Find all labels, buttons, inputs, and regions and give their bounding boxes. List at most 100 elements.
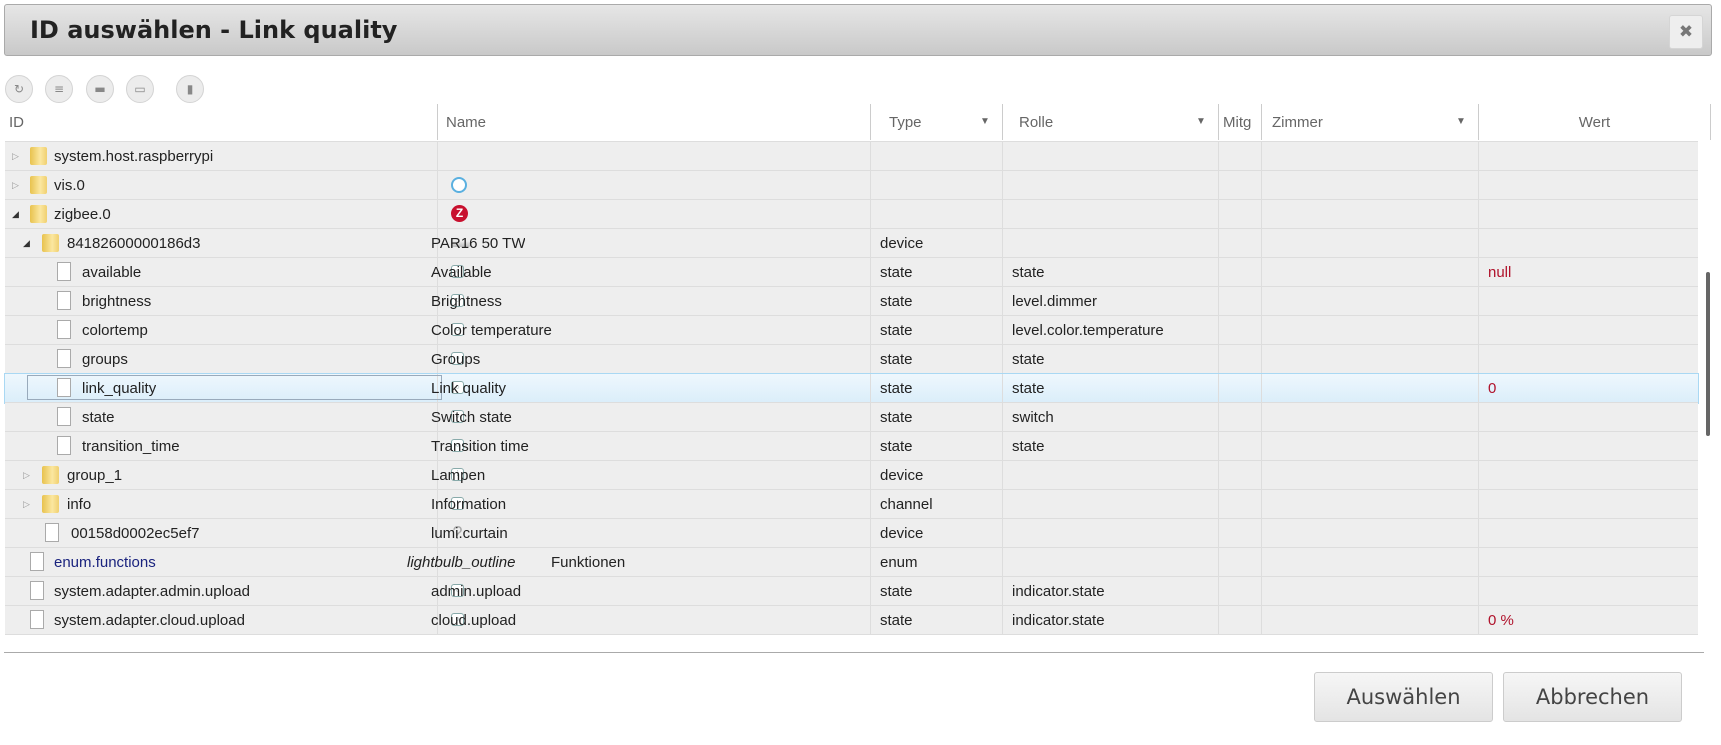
column-header-name[interactable]: Name: [437, 104, 870, 140]
row-id[interactable]: available: [82, 258, 141, 286]
table-row[interactable]: ▷ group_1 ⁞ Lampen device: [5, 461, 1698, 490]
table-row[interactable]: available ○ Available state state null: [5, 258, 1698, 287]
cell-divider: [1478, 461, 1479, 489]
cell-divider: [1261, 461, 1262, 489]
close-icon[interactable]: ✖: [1669, 15, 1703, 49]
cell-divider: [1218, 345, 1219, 373]
row-id[interactable]: info: [67, 490, 91, 518]
cell-divider: [870, 287, 871, 315]
columns-icon[interactable]: ▮: [176, 75, 204, 103]
folder-open-icon[interactable]: ▭: [126, 75, 154, 103]
row-name: Funktionen: [551, 554, 626, 571]
row-id[interactable]: system.adapter.admin.upload: [54, 577, 250, 605]
room-filter-chevron-down-icon[interactable]: ▼: [1456, 104, 1466, 140]
row-value[interactable]: null: [1488, 258, 1511, 286]
column-resizer[interactable]: [870, 104, 871, 140]
cell-divider: [1218, 490, 1219, 518]
table-row[interactable]: groups ○ Groups state state: [5, 345, 1698, 374]
row-id[interactable]: brightness: [82, 287, 151, 315]
file-icon: [57, 291, 71, 310]
cell-divider: [870, 577, 871, 605]
cell-divider: [1002, 432, 1003, 460]
table-row[interactable]: state ○ Switch state state switch: [5, 403, 1698, 432]
row-id[interactable]: zigbee.0: [54, 200, 111, 228]
table-row[interactable]: ◢ 84182600000186d3 PAR16 50 TW device: [5, 229, 1698, 258]
row-id[interactable]: groups: [82, 345, 128, 373]
row-value[interactable]: 0 %: [1488, 606, 1514, 634]
column-resizer[interactable]: [1261, 104, 1262, 140]
row-name: Color temperature: [431, 322, 552, 339]
column-resizer[interactable]: [1002, 104, 1003, 140]
table-row[interactable]: link_quality ○ Link quality state state 0: [4, 373, 1699, 404]
table-row[interactable]: ▷ vis.0: [5, 171, 1698, 200]
expand-toggle-icon[interactable]: ▷: [12, 151, 19, 162]
row-value[interactable]: 0: [1488, 374, 1496, 402]
column-header-room[interactable]: Zimmer: [1263, 104, 1463, 140]
table-row[interactable]: colortemp ○ Color temperature state level.co…: [5, 316, 1698, 345]
table-row[interactable]: brightness ○ Brightness state level.dimmer: [5, 287, 1698, 316]
column-header-value[interactable]: Wert: [1478, 104, 1711, 140]
role-filter-chevron-down-icon[interactable]: ▼: [1196, 104, 1206, 140]
row-id[interactable]: link_quality: [82, 374, 156, 402]
table-row[interactable]: 00158d0002ec5ef7? lumi.curtain device: [5, 519, 1698, 548]
row-id[interactable]: system.host.raspberrypi: [54, 142, 213, 170]
table-row[interactable]: ◢ zigbee.0 Z: [5, 200, 1698, 229]
cell-divider: [437, 171, 438, 199]
cell-divider: [1261, 200, 1262, 228]
cell-divider: [1478, 403, 1479, 431]
cell-divider: [1218, 374, 1219, 402]
cell-divider: [1218, 403, 1219, 431]
row-name: Link quality: [431, 380, 507, 397]
table-row[interactable]: enum.functions lightbulb_outline Funktione…: [5, 548, 1698, 577]
row-role: state: [1012, 351, 1045, 368]
cell-divider: [1218, 200, 1219, 228]
file-icon: [30, 581, 44, 600]
type-filter-chevron-down-icon[interactable]: ▼: [980, 104, 990, 140]
column-resizer[interactable]: [1710, 104, 1711, 140]
column-header-members[interactable]: Mitg: [1217, 104, 1261, 140]
row-id[interactable]: group_1: [67, 461, 122, 489]
table-row[interactable]: ▷ system.host.raspberrypi: [5, 142, 1698, 171]
cancel-button[interactable]: Abbrechen: [1503, 672, 1682, 722]
row-type: state: [880, 264, 913, 281]
row-type: channel: [880, 496, 933, 513]
expand-toggle-icon[interactable]: ▷: [23, 470, 30, 481]
cell-divider: [1478, 258, 1479, 286]
cell-divider: [1478, 142, 1479, 170]
expand-toggle-icon[interactable]: ▷: [12, 180, 19, 191]
cell-divider: [1002, 403, 1003, 431]
dialog-titlebar: ID auswählen - Link quality ✖: [4, 4, 1712, 56]
row-id[interactable]: colortemp: [82, 316, 148, 344]
folder-closed-icon[interactable]: ▬: [86, 75, 114, 103]
column-header-role[interactable]: Rolle: [1010, 104, 1210, 140]
collapse-toggle-icon[interactable]: ◢: [23, 238, 30, 249]
cell-divider: [1218, 316, 1219, 344]
table-row[interactable]: system.adapter.cloud.upload ○ cloud.upload…: [5, 606, 1698, 635]
expand-toggle-icon[interactable]: ▷: [23, 499, 30, 510]
row-type: state: [880, 612, 913, 629]
row-id[interactable]: state: [82, 403, 115, 431]
cell-divider: [870, 316, 871, 344]
row-id[interactable]: 00158d0002ec5ef7: [71, 519, 199, 547]
row-id[interactable]: enum.functions: [54, 548, 156, 576]
folder-icon: [30, 205, 47, 223]
row-type: state: [880, 351, 913, 368]
table-row[interactable]: system.adapter.admin.upload ○ admin.upload…: [5, 577, 1698, 606]
scrollbar[interactable]: [1706, 272, 1710, 436]
collapse-toggle-icon[interactable]: ◢: [12, 209, 19, 220]
row-id[interactable]: vis.0: [54, 171, 85, 199]
cell-divider: [1261, 374, 1262, 402]
table-row[interactable]: transition_time ○ Transition time state stat…: [5, 432, 1698, 461]
column-header-id[interactable]: ID: [0, 104, 437, 140]
row-role: switch: [1012, 409, 1054, 426]
refresh-icon[interactable]: ↻: [5, 75, 33, 103]
cell-divider: [1002, 345, 1003, 373]
row-id[interactable]: transition_time: [82, 432, 180, 460]
row-id[interactable]: system.adapter.cloud.upload: [54, 606, 245, 634]
cell-divider: [1261, 519, 1262, 547]
column-header-type[interactable]: Type: [880, 104, 990, 140]
row-id[interactable]: 84182600000186d3: [67, 229, 200, 257]
table-row[interactable]: ▷ info! Information channel: [5, 490, 1698, 519]
list-icon[interactable]: ≡: [45, 75, 73, 103]
select-button[interactable]: Auswählen: [1314, 672, 1493, 722]
